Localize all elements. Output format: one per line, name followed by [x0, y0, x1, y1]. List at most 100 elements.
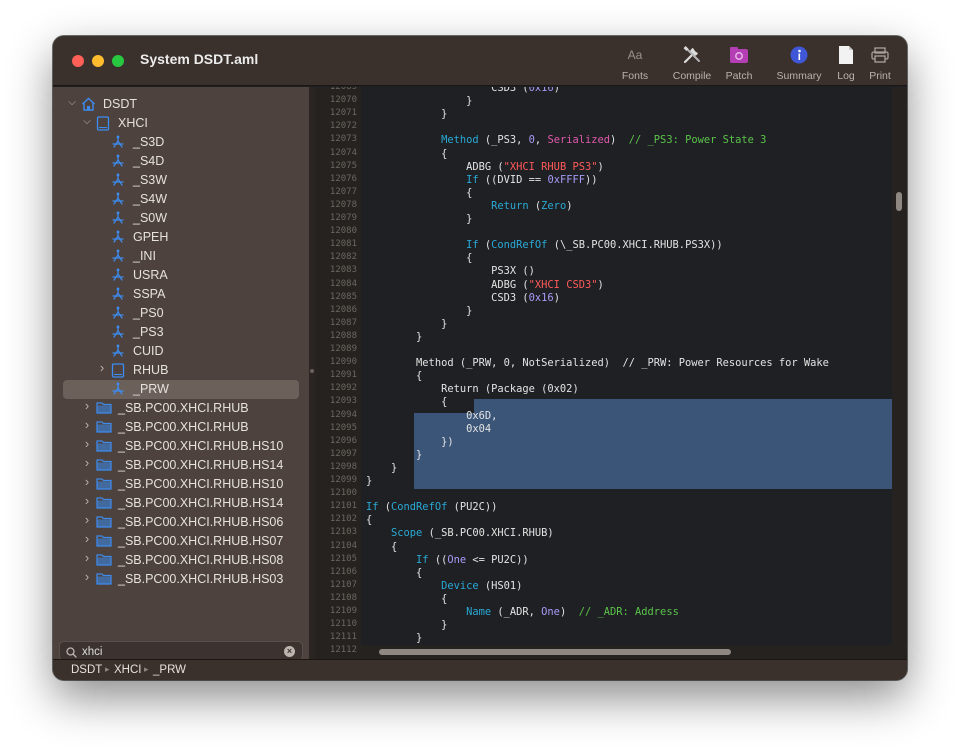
- code-editor[interactable]: CSD3 (0x16) } } Method (_PS3, 0, Seriali…: [361, 87, 892, 659]
- disclosure-collapsed-icon[interactable]: ›: [82, 436, 92, 451]
- breadcrumb-item-prw[interactable]: _PRW: [153, 664, 186, 676]
- patch-button[interactable]: Patch: [718, 44, 760, 82]
- line-number: 12086: [329, 304, 357, 315]
- line-number: 12096: [329, 435, 357, 446]
- tree-node[interactable]: ⌵ XHCI: [63, 114, 299, 133]
- tree-node[interactable]: › _SB.PC00.XHCI.RHUB.HS14: [63, 493, 299, 513]
- tree-node[interactable]: SSPA: [63, 285, 299, 304]
- line-number: 12101: [329, 501, 357, 512]
- tree-node[interactable]: _PS3: [63, 323, 299, 342]
- tree-node[interactable]: › _SB.PC00.XHCI.RHUB.HS06: [63, 512, 299, 532]
- minimize-window-button[interactable]: [92, 55, 104, 67]
- tree-node-label: _SB.PC00.XHCI.RHUB.HS06: [118, 515, 284, 529]
- tree-node-label: _PS0: [133, 306, 164, 320]
- code-line: Device (HS01): [366, 579, 523, 592]
- tree-node[interactable]: › _SB.PC00.XHCI.RHUB: [63, 417, 299, 437]
- horizontal-scroll-thumb[interactable]: [379, 649, 731, 655]
- disclosure-collapsed-icon[interactable]: ›: [82, 398, 92, 413]
- line-number: 12097: [329, 448, 357, 459]
- selection-highlight-first-line: [474, 399, 892, 413]
- tree-node-label: GPEH: [133, 230, 169, 244]
- tree-node[interactable]: CUID: [63, 342, 299, 361]
- tree-node[interactable]: GPEH: [63, 228, 299, 247]
- line-number: 12087: [329, 317, 357, 328]
- tree-node[interactable]: › _SB.PC00.XHCI.RHUB.HS14: [63, 455, 299, 475]
- code-line: Return (Package (0x02): [366, 383, 579, 396]
- method-icon: [111, 249, 125, 266]
- vertical-scroll-thumb[interactable]: [896, 192, 902, 211]
- summary-button[interactable]: Summary: [771, 44, 827, 82]
- line-number: 12090: [329, 357, 357, 368]
- compile-button[interactable]: Compile: [666, 44, 718, 82]
- code-line: {: [366, 147, 448, 160]
- disclosure-collapsed-icon[interactable]: ›: [82, 531, 92, 546]
- tree-node[interactable]: _INI: [63, 247, 299, 266]
- disclosure-collapsed-icon[interactable]: ›: [82, 493, 92, 508]
- divider-grip[interactable]: [310, 369, 314, 373]
- breadcrumb-item-xhci[interactable]: XHCI: [114, 664, 141, 676]
- disclosure-collapsed-icon[interactable]: ›: [82, 550, 92, 565]
- tree-node[interactable]: _S3W: [63, 171, 299, 190]
- folder-icon: [96, 572, 112, 588]
- line-number: 12092: [329, 383, 357, 394]
- line-number-gutter: 12069 12070 12071 12072 12073 12074 12075 12076…: [315, 87, 361, 659]
- log-button[interactable]: Log: [829, 44, 863, 82]
- fonts-icon: Aa: [627, 48, 643, 62]
- line-number: 12076: [329, 173, 357, 184]
- breadcrumb-item-dsdt[interactable]: DSDT: [71, 664, 102, 676]
- code-line: Method (_PRW, 0, NotSerialized) // _PRW:…: [366, 357, 829, 370]
- tree-node[interactable]: › _SB.PC00.XHCI.RHUB.HS03: [63, 569, 299, 589]
- code-line: }): [366, 435, 454, 448]
- code-line: 0x04: [366, 422, 492, 435]
- line-number: 12074: [329, 147, 357, 158]
- horizontal-scrollbar[interactable]: [361, 645, 892, 659]
- line-number: 12102: [329, 514, 357, 525]
- line-number: 12070: [329, 95, 357, 106]
- disclosure-collapsed-icon[interactable]: ›: [82, 417, 92, 432]
- code-line: If (CondRefOf (PU2C)): [366, 501, 498, 514]
- clear-search-icon[interactable]: ×: [284, 646, 295, 657]
- close-window-button[interactable]: [72, 55, 84, 67]
- code-line: If (CondRefOf (\_SB.PC00.XHCI.RHUB.PS3X)…: [366, 239, 723, 252]
- line-number: 12078: [329, 199, 357, 210]
- tree-node[interactable]: _S4W: [63, 190, 299, 209]
- fonts-button[interactable]: Aa Fonts: [610, 44, 660, 82]
- code-line: Return (Zero): [366, 199, 573, 212]
- line-number: 12103: [329, 527, 357, 538]
- tree-node[interactable]: › _SB.PC00.XHCI.RHUB.HS10: [63, 436, 299, 456]
- disclosure-collapsed-icon[interactable]: ›: [82, 569, 92, 584]
- tree-node[interactable]: _S4D: [63, 152, 299, 171]
- disclosure-collapsed-icon[interactable]: ›: [97, 360, 107, 375]
- tree-node[interactable]: › RHUB: [63, 360, 299, 380]
- code-line: }: [366, 475, 373, 487]
- code-line: {: [366, 592, 448, 605]
- breadcrumb: DSDT ▸ XHCI ▸ _PRW: [53, 659, 907, 680]
- disclosure-expanded-icon[interactable]: ⌵: [67, 97, 77, 108]
- tree-node[interactable]: _PRW: [63, 380, 299, 399]
- vertical-scrollbar[interactable]: [892, 87, 907, 659]
- tree-node[interactable]: _PS0: [63, 304, 299, 323]
- tree-node[interactable]: › _SB.PC00.XHCI.RHUB.HS10: [63, 474, 299, 494]
- tree-node[interactable]: ⌵ DSDT: [63, 95, 299, 114]
- tree-node[interactable]: _S3D: [63, 133, 299, 152]
- tree-node[interactable]: › _SB.PC00.XHCI.RHUB.HS07: [63, 531, 299, 551]
- code-line: {: [366, 186, 473, 199]
- disclosure-collapsed-icon[interactable]: ›: [82, 474, 92, 489]
- print-button[interactable]: Print: [863, 44, 897, 82]
- search-input[interactable]: [82, 644, 272, 659]
- tree-node[interactable]: USRA: [63, 266, 299, 285]
- disclosure-collapsed-icon[interactable]: ›: [82, 512, 92, 527]
- method-icon: [111, 135, 125, 152]
- tree-node-label: _SB.PC00.XHCI.RHUB: [118, 420, 249, 434]
- tree-node[interactable]: › _SB.PC00.XHCI.RHUB: [63, 398, 299, 418]
- zoom-window-button[interactable]: [112, 55, 124, 67]
- sidebar-search-field[interactable]: ×: [59, 641, 303, 661]
- line-number: 12099: [329, 475, 357, 485]
- line-number: 12075: [329, 160, 357, 171]
- tree-node[interactable]: › _SB.PC00.XHCI.RHUB.HS08: [63, 550, 299, 570]
- disclosure-expanded-icon[interactable]: ⌵: [82, 116, 92, 127]
- tree-node[interactable]: _S0W: [63, 209, 299, 228]
- disclosure-collapsed-icon[interactable]: ›: [82, 455, 92, 470]
- code-line: }: [366, 461, 398, 474]
- line-number: 12112: [329, 645, 357, 656]
